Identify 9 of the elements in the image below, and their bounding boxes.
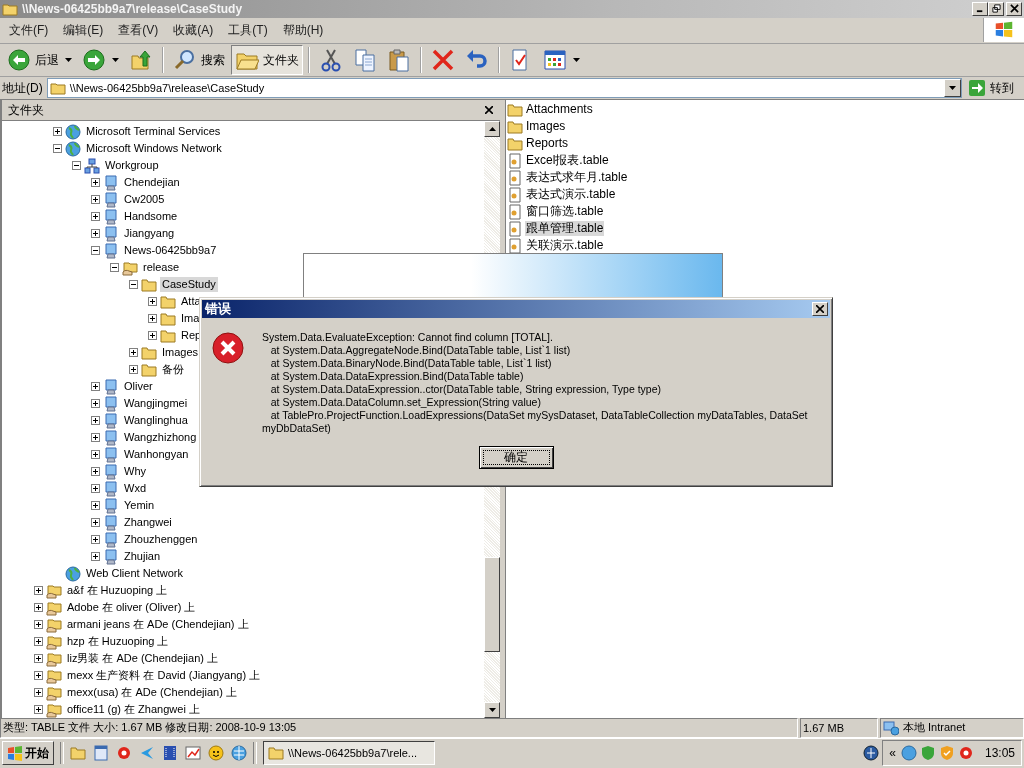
pane-title: 文件夹 bbox=[8, 101, 44, 119]
address-label: 地址(D) bbox=[2, 79, 43, 97]
window-title: \\News-06425bb9a7\release\CaseStudy bbox=[22, 1, 244, 16]
zone-text: 本地 Intranet bbox=[903, 720, 966, 736]
clock: 13:05 bbox=[984, 746, 1015, 761]
status-text: 类型: TABLE 文件 大小: 1.67 MB 修改日期: 2008-10-9 13:05 bbox=[0, 718, 798, 738]
status-size: 1.67 MB bbox=[800, 718, 878, 738]
error-message: System.Data.EvaluateException: Cannot find column [TOTAL]. at System.Data.AggregateNode.Bind(DataTable table, List`1 list) at System.Data.BinaryNode.Bind(DataTable table, List`1 list) at System.Data.DataExpression.Bind(DataTable table) at System.Data.DataExpression..ctor(DataTable table, String expression, Type type) at System.Data.DataColumn.set_Expression(String value) at TablePro.ProjectFunction.LoadExpressions(DataSet mySysDataset, DataTableCollection myDataTables, DataSet myDbDataSet) bbox=[262, 331, 808, 435]
dialog-title: 错误 bbox=[205, 300, 231, 318]
